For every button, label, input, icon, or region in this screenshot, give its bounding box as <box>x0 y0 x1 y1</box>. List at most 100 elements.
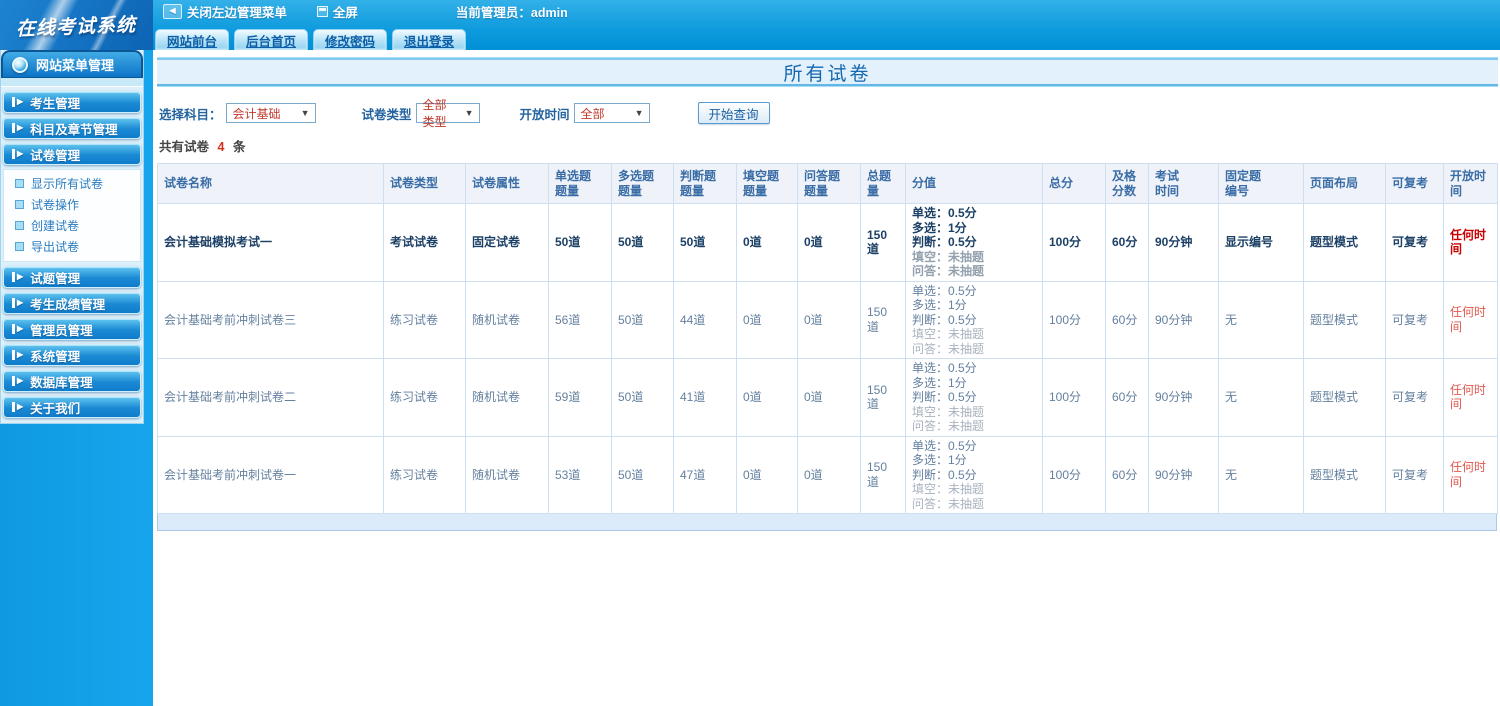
col-single-count: 单选题 题量 <box>548 163 612 204</box>
menu-arrow-icon: ▶ <box>12 350 23 360</box>
sidebar-menu-panel: 网站菜单管理 ▶ 考生管理 ▶ 科目及章节管理 ▶ 试卷管理 显示所有试卷 试卷… <box>0 50 144 424</box>
sidebar-item-subject-chapter-mgmt[interactable]: ▶ 科目及章节管理 <box>3 117 141 139</box>
cell-multi-count: 50道 <box>611 280 674 359</box>
sidebar-item-label: 试卷管理 <box>30 148 81 163</box>
table-header-row: 试卷名称 试卷类型 试卷属性 单选题 题量 多选题 题量 判断题 题量 填空题 题量 问… <box>157 163 1498 204</box>
col-multi-count: 多选题 题量 <box>611 163 674 204</box>
cell-single-count: 50道 <box>548 203 612 282</box>
submenu-item-label: 显示所有试卷 <box>31 177 104 191</box>
col-paper-name: 试卷名称 <box>157 163 384 204</box>
cell-paper-name: 会计基础考前冲刺试卷一 <box>157 435 384 514</box>
cell-page-layout: 题型模式 <box>1303 435 1386 514</box>
col-paper-type: 试卷类型 <box>383 163 466 204</box>
app-logo: 在线考试系统 <box>0 0 153 50</box>
page-title-bar: 所有试卷 <box>157 58 1498 86</box>
cell-paper-name: 会计基础考前冲刺试卷三 <box>157 280 384 359</box>
col-score-values: 分值 <box>905 163 1043 204</box>
cell-blank-count: 0道 <box>736 358 798 437</box>
submenu-show-all-papers[interactable]: 显示所有试卷 <box>4 173 140 194</box>
top-strip: ◄ 关闭左边管理菜单 全屏 当前管理员：admin <box>153 0 1500 23</box>
cell-blank-count: 0道 <box>736 203 798 282</box>
table-footer-strip <box>157 514 1497 531</box>
square-bullet-icon <box>15 200 24 209</box>
sidebar-item-label: 关于我们 <box>30 401 81 416</box>
paper-type-select[interactable]: 全部类型 ▼ <box>415 98 480 129</box>
cell-paper-attr: 随机试卷 <box>465 435 549 514</box>
cell-judge-count: 47道 <box>673 435 737 514</box>
sidebar-item-paper-mgmt[interactable]: ▶ 试卷管理 <box>3 143 141 165</box>
top-tabs: 网站前台 后台首页 修改密码 退出登录 <box>155 29 467 50</box>
search-button[interactable]: 开始查询 <box>697 102 770 124</box>
sidebar-item-admin-mgmt[interactable]: ▶ 管理员管理 <box>3 318 141 340</box>
sidebar: 网站菜单管理 ▶ 考生管理 ▶ 科目及章节管理 ▶ 试卷管理 显示所有试卷 试卷… <box>0 50 153 706</box>
subject-select[interactable]: 会计基础 ▼ <box>225 103 316 123</box>
cell-exam-time: 90分钟 <box>1148 435 1219 514</box>
sidebar-item-label: 考生成绩管理 <box>30 297 106 312</box>
sidebar-item-database-mgmt[interactable]: ▶ 数据库管理 <box>3 370 141 392</box>
open-time-select-value: 全部 <box>580 106 605 121</box>
table-row: 会计基础模拟考试一 考试试卷 固定试卷 50道 50道 50道 0道 0道 15… <box>157 203 1498 282</box>
menu-arrow-icon: ▶ <box>12 376 23 386</box>
filter-bar: 选择科目： 会计基础 ▼ 试卷类型 全部类型 ▼ 开放时间 全部 ▼ 开始查询 <box>159 98 1498 129</box>
sidebar-item-label: 数据库管理 <box>30 375 93 390</box>
papers-table: 试卷名称 试卷类型 试卷属性 单选题 题量 多选题 题量 判断题 题量 填空题 题量 问… <box>157 163 1498 514</box>
sphere-icon <box>12 56 28 73</box>
sidebar-item-examinee-mgmt[interactable]: ▶ 考生管理 <box>3 91 141 113</box>
cell-multi-count: 50道 <box>611 435 674 514</box>
cell-fixed-number: 无 <box>1218 280 1304 359</box>
sidebar-item-about-us[interactable]: ▶ 关于我们 <box>3 396 141 418</box>
open-time-select[interactable]: 全部 ▼ <box>573 103 650 123</box>
cell-qa-count: 0道 <box>797 358 861 437</box>
cell-paper-type: 练习试卷 <box>383 280 466 359</box>
cell-pass-score: 60分 <box>1105 203 1149 282</box>
cell-score-values: 单选：0.5分 多选：1分 判断：0.5分 填空：未抽题 问答：未抽题 <box>905 435 1043 514</box>
submenu-item-label: 创建试卷 <box>31 219 80 233</box>
fullscreen-icon <box>316 6 328 17</box>
app-logo-text: 在线考试系统 <box>16 13 137 40</box>
sidebar-item-label: 试题管理 <box>30 271 81 286</box>
tab-admin-home[interactable]: 后台首页 <box>234 29 309 50</box>
cell-total-count: 150道 <box>860 358 906 437</box>
sidebar-item-question-mgmt[interactable]: ▶ 试题管理 <box>3 266 141 288</box>
sidebar-header-label: 网站菜单管理 <box>36 58 115 73</box>
cell-score-values: 单选：0.5分 多选：1分 判断：0.5分 填空：未抽题 问答：未抽题 <box>905 280 1043 359</box>
menu-arrow-icon: ▶ <box>12 402 23 412</box>
col-open-time: 开放时间 <box>1443 163 1498 204</box>
sidebar-item-score-mgmt[interactable]: ▶ 考生成绩管理 <box>3 292 141 314</box>
submenu-paper-operations[interactable]: 试卷操作 <box>4 194 140 215</box>
paper-mgmt-submenu: 显示所有试卷 试卷操作 创建试卷 导出试卷 <box>3 169 141 262</box>
chevron-down-icon: ▼ <box>634 108 644 118</box>
sidebar-item-system-mgmt[interactable]: ▶ 系统管理 <box>3 344 141 366</box>
count-value: 4 <box>217 140 225 154</box>
tab-logout[interactable]: 退出登录 <box>392 29 467 50</box>
cell-total-count: 150道 <box>860 280 906 359</box>
square-bullet-icon <box>15 179 24 188</box>
cell-paper-type: 练习试卷 <box>383 358 466 437</box>
tab-change-password[interactable]: 修改密码 <box>313 29 388 50</box>
cell-paper-type: 练习试卷 <box>383 435 466 514</box>
cell-judge-count: 50道 <box>673 203 737 282</box>
cell-total-count: 150道 <box>860 435 906 514</box>
table-row: 会计基础考前冲刺试卷二 练习试卷 随机试卷 59道 50道 41道 0道 0道 … <box>157 358 1498 437</box>
cell-pass-score: 60分 <box>1105 435 1149 514</box>
cell-retake: 可复考 <box>1385 280 1444 359</box>
submenu-create-paper[interactable]: 创建试卷 <box>4 215 140 236</box>
cell-qa-count: 0道 <box>797 280 861 359</box>
close-left-menu-button[interactable]: ◄ 关闭左边管理菜单 <box>163 2 287 21</box>
submenu-export-paper[interactable]: 导出试卷 <box>4 236 140 257</box>
cell-total-count: 150道 <box>860 203 906 282</box>
tab-site-front[interactable]: 网站前台 <box>155 29 230 50</box>
menu-arrow-icon: ▶ <box>12 97 23 107</box>
menu-arrow-icon: ▶ <box>12 298 23 308</box>
cell-paper-type: 考试试卷 <box>383 203 466 282</box>
col-judge-count: 判断题 题量 <box>673 163 737 204</box>
fullscreen-button[interactable]: 全屏 <box>316 2 358 21</box>
col-blank-count: 填空题 题量 <box>736 163 798 204</box>
col-page-layout: 页面布局 <box>1303 163 1386 204</box>
open-time-filter-label: 开放时间 <box>519 107 570 122</box>
menu-arrow-icon: ▶ <box>12 272 23 282</box>
subject-filter-label: 选择科目： <box>159 107 222 122</box>
cell-total-score: 100分 <box>1042 358 1106 437</box>
col-pass-score: 及格 分数 <box>1105 163 1149 204</box>
cell-retake: 可复考 <box>1385 435 1444 514</box>
